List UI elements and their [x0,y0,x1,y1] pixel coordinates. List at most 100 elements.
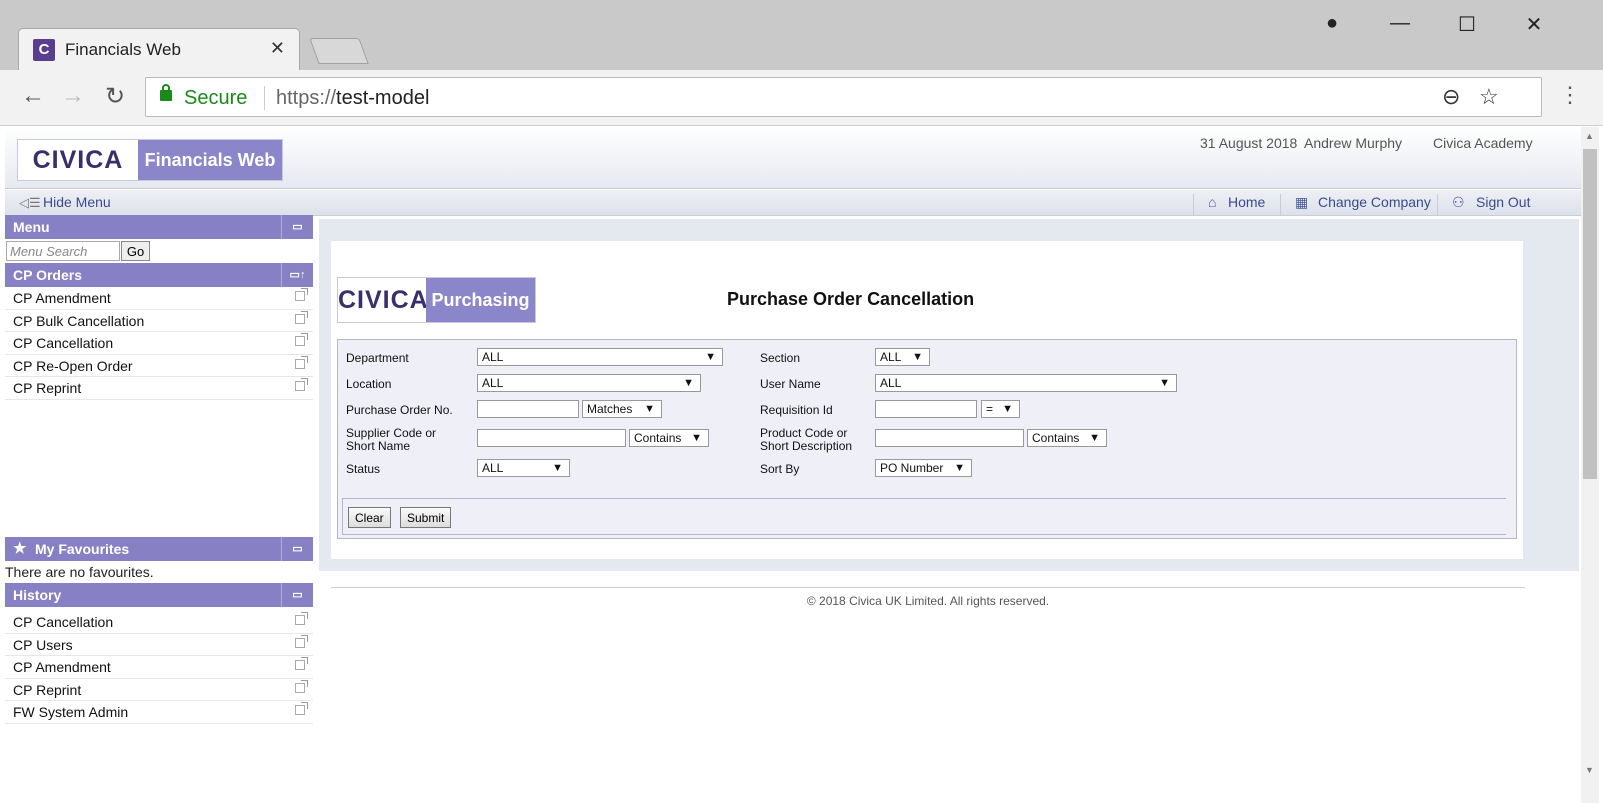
supplier-match-select[interactable]: Contains ▼ [629,429,709,447]
building-icon: ▦ [1295,194,1309,210]
section-value: ALL [880,350,902,364]
history-list: CP Cancellation CP Users CP Amendment CP… [5,607,313,724]
external-link-icon[interactable] [295,378,308,391]
requisition-match-select[interactable]: = ▼ [981,400,1020,418]
external-link-icon[interactable] [295,355,308,369]
menu-search-go-button[interactable]: Go [121,241,150,261]
dropdown-arrow-icon: ▼ [705,351,716,363]
browser-menu-icon[interactable]: ⋮ [1559,82,1581,108]
username-select[interactable]: ALL ▼ [875,374,1177,392]
app-name: Financials Web [138,140,282,180]
status-select[interactable]: ALL ▼ [477,459,570,477]
back-icon[interactable]: ← [18,82,48,110]
dropdown-arrow-icon: ▼ [912,351,923,363]
department-select[interactable]: ALL ▼ [477,348,723,366]
cp-orders-up-icon[interactable]: ▭↑ [281,263,313,287]
dropdown-arrow-icon: ▼ [1002,403,1013,415]
sign-out-link[interactable]: ⚇ Sign Out [1437,194,1530,216]
po-number-input[interactable] [477,400,579,418]
po-number-label: Purchase Order No. [346,403,453,417]
tab-close-icon[interactable]: ✕ [270,38,285,59]
product-match-select[interactable]: Contains ▼ [1027,429,1107,447]
menu-pin-icon[interactable]: ▭ [281,215,313,239]
status-value: ALL [482,461,504,475]
page-title: Purchase Order Cancellation [727,289,975,309]
external-link-icon[interactable] [295,679,308,693]
change-company-link[interactable]: ▦ Change Company [1280,194,1431,216]
home-link[interactable]: ⌂ Home [1193,194,1265,216]
scrollbar-thumb[interactable] [1583,149,1597,479]
dropdown-arrow-icon: ▼ [691,432,702,444]
url-scheme: https:// [276,87,337,109]
scroll-up-icon[interactable]: ▲ [1585,131,1594,141]
app-nav-bar: ◁☰ Hide Menu ⌂ Home ▦ Change Company ⚇ Sign … [5,190,1581,216]
history-item-cp-reprint[interactable]: CP Reprint [5,679,313,701]
product-match-value: Contains [1032,431,1080,445]
external-link-icon[interactable] [295,657,308,670]
section-select[interactable]: ALL ▼ [875,348,930,366]
history-item-cp-amendment[interactable]: CP Amendment [5,656,313,679]
sidebar: Menu ▭ Go CP Orders ▭↑ CP Amendment CP B… [5,215,313,724]
requisition-id-input[interactable] [875,400,977,418]
sort-by-select[interactable]: PO Number ▼ [875,459,972,477]
po-match-select[interactable]: Matches ▼ [582,400,662,418]
external-link-icon[interactable] [295,634,308,648]
location-select[interactable]: ALL ▼ [477,374,701,392]
reload-icon[interactable]: ↻ [100,82,130,111]
zoom-icon[interactable]: ⊖ [1442,84,1460,110]
submit-button[interactable]: Submit [400,507,452,528]
account-icon[interactable]: ● [1320,12,1344,35]
browser-tab[interactable]: C Financials Web ✕ [18,28,300,71]
url-text[interactable]: https://test-model [276,87,429,110]
minimize-icon[interactable]: — [1388,12,1412,35]
product-input[interactable] [875,429,1024,447]
supplier-label: Supplier Code or Short Name [346,427,436,453]
history-item-cp-cancellation[interactable]: CP Cancellation [5,611,313,634]
history-item-cp-users[interactable]: CP Users [5,634,313,656]
menu-item-cp-reprint[interactable]: CP Reprint [5,377,313,400]
history-pin-icon[interactable]: ▭ [281,583,313,607]
username-value: ALL [880,376,902,390]
browser-toolbar: ← → ↻ Secure https://test-model ⊖ ☆ ⋮ [0,70,1603,126]
page-viewport: CIVICA Financials Web 31 August 2018 And… [5,127,1581,803]
current-company: Civica Academy [1433,135,1533,151]
menu-item-cp-bulk-cancellation[interactable]: CP Bulk Cancellation [5,310,313,332]
menu-item-cp-amendment[interactable]: CP Amendment [5,287,313,310]
section-label: Section [760,351,801,365]
civica-favicon-icon: C [33,39,55,61]
menu-item-cp-cancellation[interactable]: CP Cancellation [5,332,313,355]
hide-menu-label: Hide Menu [43,194,111,210]
scroll-down-icon[interactable]: ▼ [1585,765,1594,775]
forward-icon[interactable]: → [58,82,88,110]
new-tab-button[interactable] [309,38,369,64]
external-link-icon[interactable] [295,310,308,324]
supplier-input[interactable] [477,429,626,447]
menu-item-cp-re-open-order[interactable]: CP Re-Open Order [5,355,313,377]
sign-out-icon: ⚇ [1452,194,1465,210]
civica-logo: CIVICA [18,140,138,180]
page-scrollbar[interactable]: ▲ ▼ [1581,127,1599,803]
external-link-icon[interactable] [295,702,308,715]
favourites-title: My Favourites [35,541,130,557]
favourites-pin-icon[interactable]: ▭ [281,537,313,561]
history-item-fw-system-admin[interactable]: FW System Admin [5,701,313,724]
search-form: Department ALL ▼ Section ALL ▼ Location AL… [337,339,1517,539]
address-bar[interactable]: Secure https://test-model ⊖ ☆ [145,77,1542,117]
clear-button[interactable]: Clear [348,507,391,528]
external-link-icon[interactable] [295,288,308,301]
url-divider [264,86,265,110]
form-button-bar: Clear Submit [342,498,1506,535]
window-close-icon[interactable]: ✕ [1522,12,1546,37]
bookmark-star-icon[interactable]: ☆ [1479,84,1499,110]
menu-search-input[interactable] [6,241,120,261]
hide-menu-button[interactable]: ◁☰ Hide Menu [19,194,111,211]
department-label: Department [346,351,409,365]
dropdown-arrow-icon: ▼ [954,462,965,474]
requisition-match-value: = [986,402,994,416]
external-link-icon[interactable] [295,333,308,346]
maximize-icon[interactable]: ☐ [1455,12,1479,37]
menu-title: Menu [13,219,50,235]
dropdown-arrow-icon: ▼ [552,462,563,474]
footer-divider [331,587,1525,588]
external-link-icon[interactable] [295,612,308,625]
